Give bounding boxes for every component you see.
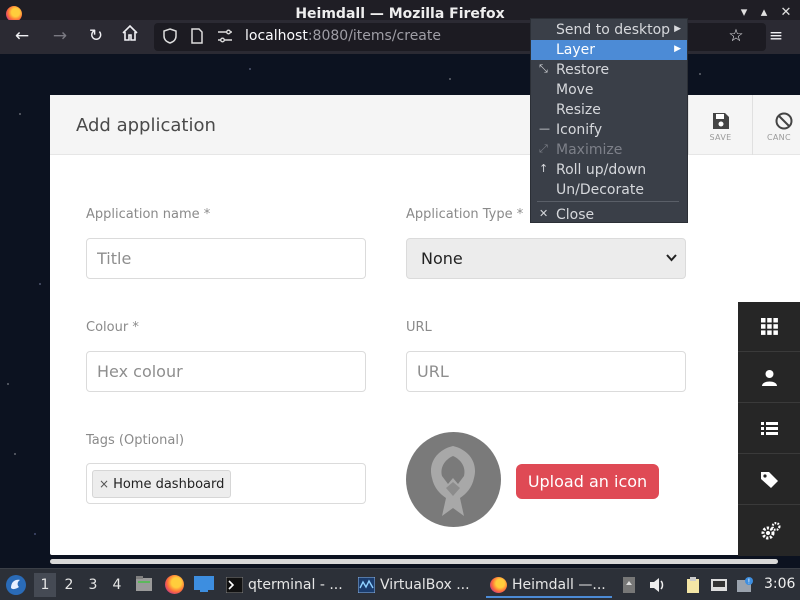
- workspace-2[interactable]: 2: [61, 577, 77, 593]
- home-icon[interactable]: [118, 24, 142, 48]
- menu-item-restore[interactable]: ⤡ Restore: [531, 60, 687, 80]
- page-icon[interactable]: [191, 28, 203, 48]
- menu-separator: [537, 201, 679, 202]
- submenu-arrow-icon: ▶: [674, 24, 681, 34]
- restore-icon: ⤡: [539, 62, 548, 75]
- back-icon[interactable]: ←: [10, 24, 34, 48]
- app-icon-preview: [406, 432, 501, 527]
- app-type-label: Application Type *: [406, 207, 524, 222]
- shield-icon[interactable]: [163, 28, 177, 48]
- tag-chip: × Home dashboard: [92, 470, 232, 498]
- task-virtualbox[interactable]: VirtualBox ...: [354, 572, 482, 598]
- sidebar-item-users[interactable]: [738, 353, 800, 403]
- upload-icon-button[interactable]: Upload an icon: [516, 464, 659, 499]
- submenu-arrow-icon: ▶: [674, 44, 681, 54]
- heimdall-logo-icon: [430, 446, 476, 516]
- app-type-select[interactable]: None: [406, 238, 686, 279]
- menu-item-un-decorate[interactable]: Un/Decorate: [531, 180, 687, 200]
- tags-input[interactable]: × Home dashboard: [86, 463, 366, 504]
- menu-item-move[interactable]: Move: [531, 80, 687, 100]
- cancel-label: CANC: [767, 133, 791, 142]
- iconify-icon: —: [539, 122, 550, 135]
- permissions-icon[interactable]: [217, 28, 233, 48]
- url-input[interactable]: [407, 352, 685, 391]
- task-qterminal[interactable]: qterminal - ...: [222, 572, 348, 598]
- menu-item-roll-up-down[interactable]: ↑ Roll up/down: [531, 160, 687, 180]
- start-menu-icon[interactable]: [5, 574, 27, 596]
- sidebar-item-dashboard[interactable]: [738, 302, 800, 352]
- maximize-window-icon[interactable]: ▴: [756, 5, 772, 20]
- tag-icon: [761, 472, 778, 488]
- save-label: SAVE: [709, 133, 732, 142]
- page-title: Add application: [76, 115, 216, 136]
- minimize-window-icon[interactable]: ▾: [736, 5, 752, 20]
- scroll-tray-icon[interactable]: [620, 576, 638, 594]
- app-type-value: None: [421, 249, 463, 268]
- desktop-icon[interactable]: [193, 575, 215, 593]
- taskbar: 1 2 3 4 qterminal - ... VirtualBox ... H…: [0, 568, 800, 600]
- app-name-label: Application name *: [86, 207, 211, 222]
- gears-icon: [761, 522, 781, 540]
- rollup-icon: ↑: [539, 162, 549, 175]
- workspace-4[interactable]: 4: [109, 577, 125, 593]
- clock[interactable]: 3:06: [764, 576, 795, 592]
- menu-item-close[interactable]: ✕ Close: [531, 205, 687, 225]
- sidebar-item-list[interactable]: [738, 404, 800, 454]
- volume-icon[interactable]: [648, 576, 666, 594]
- sidebar-item-tags[interactable]: [738, 455, 800, 505]
- firefox-task-icon: [490, 577, 507, 593]
- maximize-icon: ⤢: [539, 142, 548, 155]
- remove-tag-icon[interactable]: ×: [99, 477, 109, 491]
- save-icon: [712, 113, 729, 129]
- chevron-down-icon: [666, 251, 677, 265]
- file-manager-icon[interactable]: [135, 575, 153, 593]
- close-window-icon[interactable]: ✕: [778, 5, 794, 20]
- cancel-icon: [775, 112, 793, 130]
- close-icon: ✕: [539, 207, 549, 220]
- notification-icon[interactable]: !: [736, 576, 754, 594]
- list-icon: [761, 422, 778, 435]
- menu-item-maximize: ⤢ Maximize: [539, 142, 623, 158]
- network-icon[interactable]: [710, 576, 728, 594]
- tag-label: Home dashboard: [113, 477, 225, 492]
- tags-label: Tags (Optional): [86, 433, 185, 448]
- bookmark-star-icon[interactable]: ☆: [724, 24, 748, 48]
- url-text[interactable]: localhost:8080/items/create: [245, 28, 441, 44]
- colour-label: Colour *: [86, 320, 139, 335]
- cancel-button[interactable]: CANC: [752, 95, 800, 155]
- grid-icon: [761, 318, 778, 335]
- url-label: URL: [406, 320, 432, 335]
- app-name-input[interactable]: [87, 239, 365, 278]
- colour-input[interactable]: [87, 352, 365, 391]
- menu-item-layer[interactable]: Layer ▶: [531, 40, 687, 60]
- save-button[interactable]: SAVE: [688, 95, 752, 155]
- colour-field[interactable]: [86, 351, 366, 392]
- workspace-3[interactable]: 3: [85, 577, 101, 593]
- menu-item-resize[interactable]: Resize: [531, 100, 687, 120]
- hamburger-menu-icon[interactable]: ≡: [764, 24, 788, 48]
- app-name-field[interactable]: [86, 238, 366, 279]
- menu-item-send-to-desktop[interactable]: Send to desktop ▶: [531, 20, 687, 40]
- reload-icon[interactable]: ↻: [84, 24, 108, 48]
- user-icon: [762, 370, 777, 386]
- forward-icon[interactable]: →: [48, 24, 72, 48]
- sidebar-item-settings[interactable]: [738, 506, 800, 556]
- url-field[interactable]: [406, 351, 686, 392]
- workspace-1[interactable]: 1: [34, 573, 56, 597]
- horizontal-scrollbar[interactable]: [50, 559, 778, 564]
- clipboard-icon[interactable]: [684, 576, 702, 594]
- svg-text:!: !: [748, 578, 751, 586]
- virtualbox-icon: [358, 577, 375, 593]
- firefox-launcher-icon[interactable]: [165, 575, 184, 594]
- right-sidebar: [738, 302, 800, 556]
- terminal-icon: [226, 577, 243, 593]
- window-context-menu: Send to desktop ▶ Layer ▶ ⤡ Restore Move Re…: [530, 18, 688, 223]
- menu-item-iconify[interactable]: — Iconify: [531, 120, 687, 140]
- task-heimdall-firefox[interactable]: Heimdall —...: [486, 572, 612, 598]
